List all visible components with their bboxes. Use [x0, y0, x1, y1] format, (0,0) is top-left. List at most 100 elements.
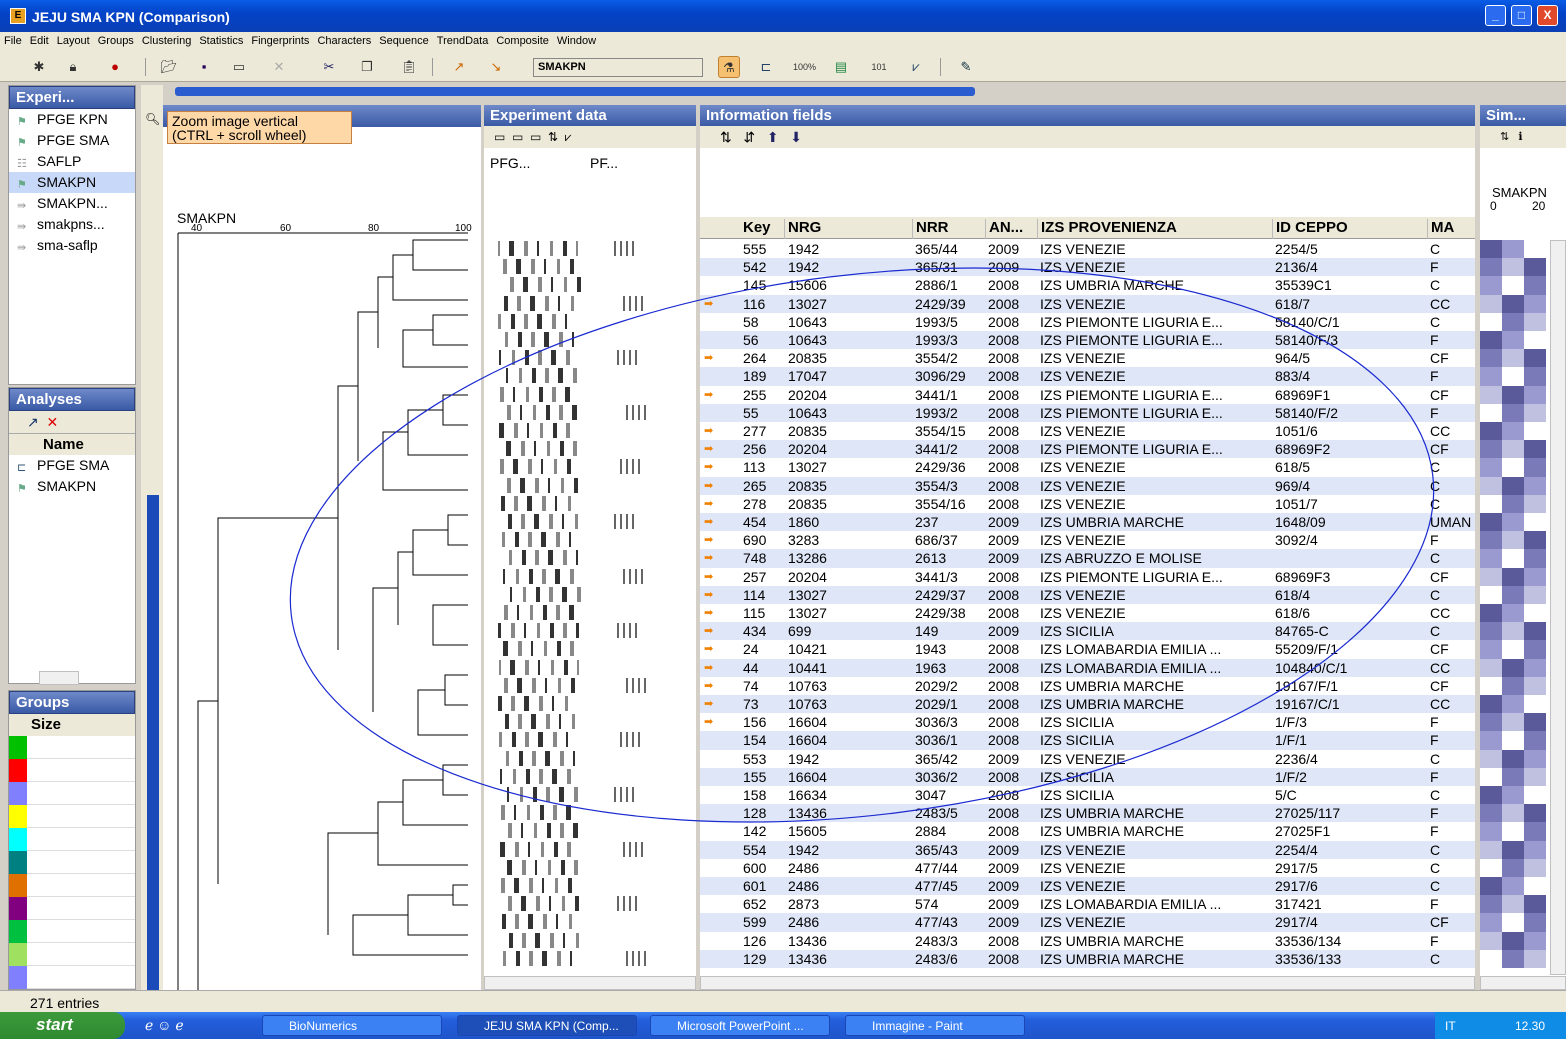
analysis-item[interactable]: ⊏ PFGE SMA: [9, 455, 135, 476]
cut-icon[interactable]: ✂: [318, 56, 340, 78]
color-view-icon[interactable]: ▭: [512, 130, 523, 144]
zoom-icon[interactable]: 🔍︎: [145, 112, 160, 126]
table-row[interactable]: 129 13436 2483/6 2008 IZS UMBRIA MARCHE 33536…: [700, 949, 1475, 968]
start-button[interactable]: start: [0, 1012, 125, 1039]
group-row[interactable]: [9, 920, 135, 943]
menu-groups[interactable]: Groups: [94, 32, 138, 47]
column-nrg[interactable]: NRG: [784, 219, 821, 239]
database-name-field[interactable]: SMAKPN: [533, 58, 703, 77]
menu-sequence[interactable]: Sequence: [375, 32, 433, 47]
bookmark-icon[interactable]: ●: [104, 56, 126, 78]
table-row[interactable]: ➡ 257 20204 3441/3 2008 IZS PIEMONTE LIGURIA …: [700, 568, 1475, 586]
group-row[interactable]: [9, 897, 135, 920]
table-row[interactable]: 542 1942 365/31 2009 IZS VENEZIE 2136/4 F: [700, 258, 1475, 277]
menu-window[interactable]: Window: [553, 32, 600, 47]
experiment-item[interactable]: ⇛ sma-saflp: [9, 235, 135, 256]
quicklaunch-icons[interactable]: ℯ ☺ ℯ: [145, 1017, 184, 1034]
analysis-item[interactable]: ⚑ SMAKPN: [9, 476, 135, 497]
zoom-slider[interactable]: [175, 87, 975, 96]
table-row[interactable]: 55 10643 1993/2 2008 IZS PIEMONTE LIGURIA E.…: [700, 403, 1475, 422]
table-row[interactable]: ➡ 454 1860 237 2009 IZS UMBRIA MARCHE 1648/09 U…: [700, 513, 1475, 532]
experiment-item[interactable]: ⚑ PFGE KPN: [9, 109, 135, 130]
task-comparison[interactable]: JEJU SMA KPN (Comp...: [457, 1015, 637, 1036]
group-row[interactable]: [9, 828, 135, 851]
column-anno[interactable]: AN...: [985, 219, 1023, 239]
table-row[interactable]: ➡ 264 20835 3554/2 2008 IZS VENEZIE 964/5 CF: [700, 349, 1475, 367]
percent-icon[interactable]: 100%: [793, 56, 816, 78]
settings-icon[interactable]: ✱: [28, 56, 50, 78]
minimize-button[interactable]: _: [1485, 5, 1506, 26]
export-icon[interactable]: ↘: [485, 56, 507, 78]
gel-icon[interactable]: ▤: [830, 56, 852, 78]
horizontal-scrollbar[interactable]: [39, 671, 79, 685]
table-row[interactable]: 601 2486 477/45 2009 IZS VENEZIE 2917/6 C: [700, 877, 1475, 896]
print-icon[interactable]: ▭: [228, 56, 250, 78]
table-row[interactable]: ➡ 690 3283 686/37 2009 IZS VENEZIE 3092/4 F: [700, 531, 1475, 549]
import-icon[interactable]: ↗: [448, 56, 470, 78]
menu-clustering[interactable]: Clustering: [138, 32, 196, 47]
chart-icon[interactable]: ⩗: [565, 130, 572, 144]
experiment-item[interactable]: ⇛ SMAKPN...: [9, 193, 135, 214]
save-icon[interactable]: ▪: [193, 56, 215, 78]
table-row[interactable]: 142 15605 2884 2008 IZS UMBRIA MARCHE 27025F1…: [700, 822, 1475, 840]
table-row[interactable]: ➡ 156 16604 3036/3 2008 IZS SICILIA 1/F/3 F: [700, 713, 1475, 731]
task-bionumerics[interactable]: BioNumerics: [262, 1015, 442, 1036]
paste-icon[interactable]: 📋︎: [398, 56, 420, 78]
menu-characters[interactable]: Characters: [313, 32, 375, 47]
table-row[interactable]: 652 2873 574 2009 IZS LOMABARDIA EMILIA ... 3…: [700, 895, 1475, 913]
down-arrow-icon[interactable]: ⬇: [790, 129, 802, 145]
experiment-col-1[interactable]: PFG...: [490, 155, 530, 171]
open-folder-icon[interactable]: 📂︎: [158, 56, 180, 78]
column-provenienza[interactable]: IZS PROVENIENZA: [1037, 219, 1177, 239]
table-row[interactable]: 145 15606 2886/1 2008 IZS UMBRIA MARCHE 35539…: [700, 276, 1475, 294]
group-row[interactable]: [9, 943, 135, 966]
menu-trenddata[interactable]: TrendData: [433, 32, 493, 47]
table-row[interactable]: 128 13436 2483/5 2008 IZS UMBRIA MARCHE 27025…: [700, 804, 1475, 823]
column-nrr[interactable]: NRR: [912, 219, 949, 239]
column-ma[interactable]: MA: [1427, 219, 1454, 239]
experiment-item[interactable]: ⚑ SMAKPN: [9, 172, 135, 193]
groups-size-column[interactable]: Size: [9, 714, 135, 736]
close-button[interactable]: X: [1537, 5, 1558, 26]
task-paint[interactable]: Immagine - Paint: [845, 1015, 1025, 1036]
menu-composite[interactable]: Composite: [492, 32, 553, 47]
group-row[interactable]: [9, 966, 135, 989]
menu-statistics[interactable]: Statistics: [195, 32, 247, 47]
table-row[interactable]: 554 1942 365/43 2009 IZS VENEZIE 2254/4 C: [700, 840, 1475, 859]
copy-icon[interactable]: ❐: [356, 56, 378, 78]
table-row[interactable]: 155 16604 3036/2 2008 IZS SICILIA 1/F/2 F: [700, 767, 1475, 786]
sort-icon[interactable]: ⇅: [720, 129, 732, 145]
menu-layout[interactable]: Layout: [53, 32, 94, 47]
group-row[interactable]: [9, 874, 135, 897]
table-row[interactable]: ➡ 74 10763 2029/2 2008 IZS UMBRIA MARCHE 19167…: [700, 677, 1475, 695]
arrow-icon[interactable]: ↗: [27, 414, 39, 430]
group-row[interactable]: [9, 782, 135, 805]
numeric-view-icon[interactable]: ▭: [530, 130, 541, 144]
table-row[interactable]: ➡ 114 13027 2429/37 2008 IZS VENEZIE 618/4 C: [700, 585, 1475, 604]
menu-fingerprints[interactable]: Fingerprints: [247, 32, 313, 47]
lock-icon[interactable]: 🔒︎: [62, 56, 84, 78]
vertical-scrollbar[interactable]: [1550, 240, 1566, 975]
maximize-button[interactable]: □: [1511, 5, 1532, 26]
comparison-icon[interactable]: ✎: [955, 56, 977, 78]
sort-icon[interactable]: ⇅: [548, 130, 558, 144]
table-row[interactable]: ➡ 255 20204 3441/1 2008 IZS PIEMONTE LIGURIA …: [700, 386, 1475, 404]
flask-icon[interactable]: ⚗: [718, 56, 740, 78]
experiment-item[interactable]: ⚑ PFGE SMA: [9, 130, 135, 151]
sort-icon[interactable]: ⇅: [1500, 131, 1509, 143]
chart-icon[interactable]: ⩗: [905, 56, 927, 78]
table-row[interactable]: 56 10643 1993/3 2008 IZS PIEMONTE LIGURIA E.…: [700, 331, 1475, 350]
horizontal-scrollbar[interactable]: [700, 976, 1475, 990]
analyses-name-column[interactable]: Name: [9, 433, 135, 455]
table-row[interactable]: ➡ 115 13027 2429/38 2008 IZS VENEZIE 618/6 CC: [700, 604, 1475, 622]
table-row[interactable]: ➡ 277 20835 3554/15 2008 IZS VENEZIE 1051/6 CC: [700, 422, 1475, 440]
table-row[interactable]: 126 13436 2483/3 2008 IZS UMBRIA MARCHE 33536…: [700, 932, 1475, 950]
experiment-item[interactable]: ☷ SAFLP: [9, 151, 135, 172]
menu-file[interactable]: File: [0, 32, 26, 47]
delete-icon[interactable]: ✕: [47, 414, 59, 430]
table-row[interactable]: 553 1942 365/42 2009 IZS VENEZIE 2236/4 C: [700, 750, 1475, 768]
horizontal-scrollbar[interactable]: [484, 976, 696, 990]
language-indicator[interactable]: IT: [1445, 1019, 1456, 1033]
up-arrow-icon[interactable]: ⬆: [767, 129, 779, 145]
table-row[interactable]: 154 16604 3036/1 2008 IZS SICILIA 1/F/1 F: [700, 731, 1475, 750]
